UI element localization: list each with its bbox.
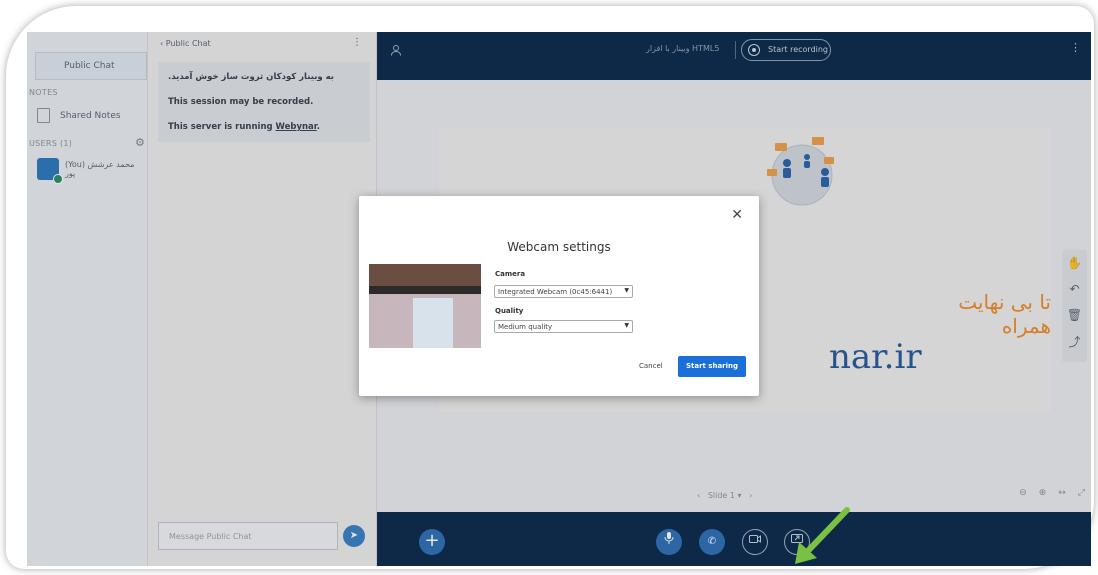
camera-select-value: Integrated Webcam (0c45:6441) <box>498 288 613 296</box>
camera-label: Camera <box>495 270 526 278</box>
webcam-settings-modal: ✕ Webcam settings Camera Integrated Webc… <box>359 196 759 396</box>
camera-select[interactable]: Integrated Webcam (0c45:6441) ▼ <box>494 285 633 298</box>
preview-edge <box>369 286 481 294</box>
quality-select-value: Medium quality <box>498 323 553 331</box>
chevron-down-icon: ▼ <box>624 322 629 329</box>
quality-select[interactable]: Medium quality ▼ <box>494 320 633 333</box>
cancel-button[interactable]: Cancel <box>639 362 663 370</box>
preview-top-band <box>369 264 481 286</box>
annotation-arrow-icon <box>795 507 850 564</box>
close-icon[interactable]: ✕ <box>731 208 743 222</box>
preview-glow <box>413 298 453 348</box>
quality-label: Quality <box>495 307 524 315</box>
modal-title: Webcam settings <box>507 240 611 254</box>
screenshot-stage: Public Chat NOTES Shared Notes USERS (1)… <box>0 0 1098 575</box>
chevron-down-icon: ▼ <box>624 287 629 294</box>
webinar-app: Public Chat NOTES Shared Notes USERS (1)… <box>27 32 1091 566</box>
start-sharing-button[interactable]: Start sharing <box>678 356 746 377</box>
webcam-preview <box>369 264 481 348</box>
